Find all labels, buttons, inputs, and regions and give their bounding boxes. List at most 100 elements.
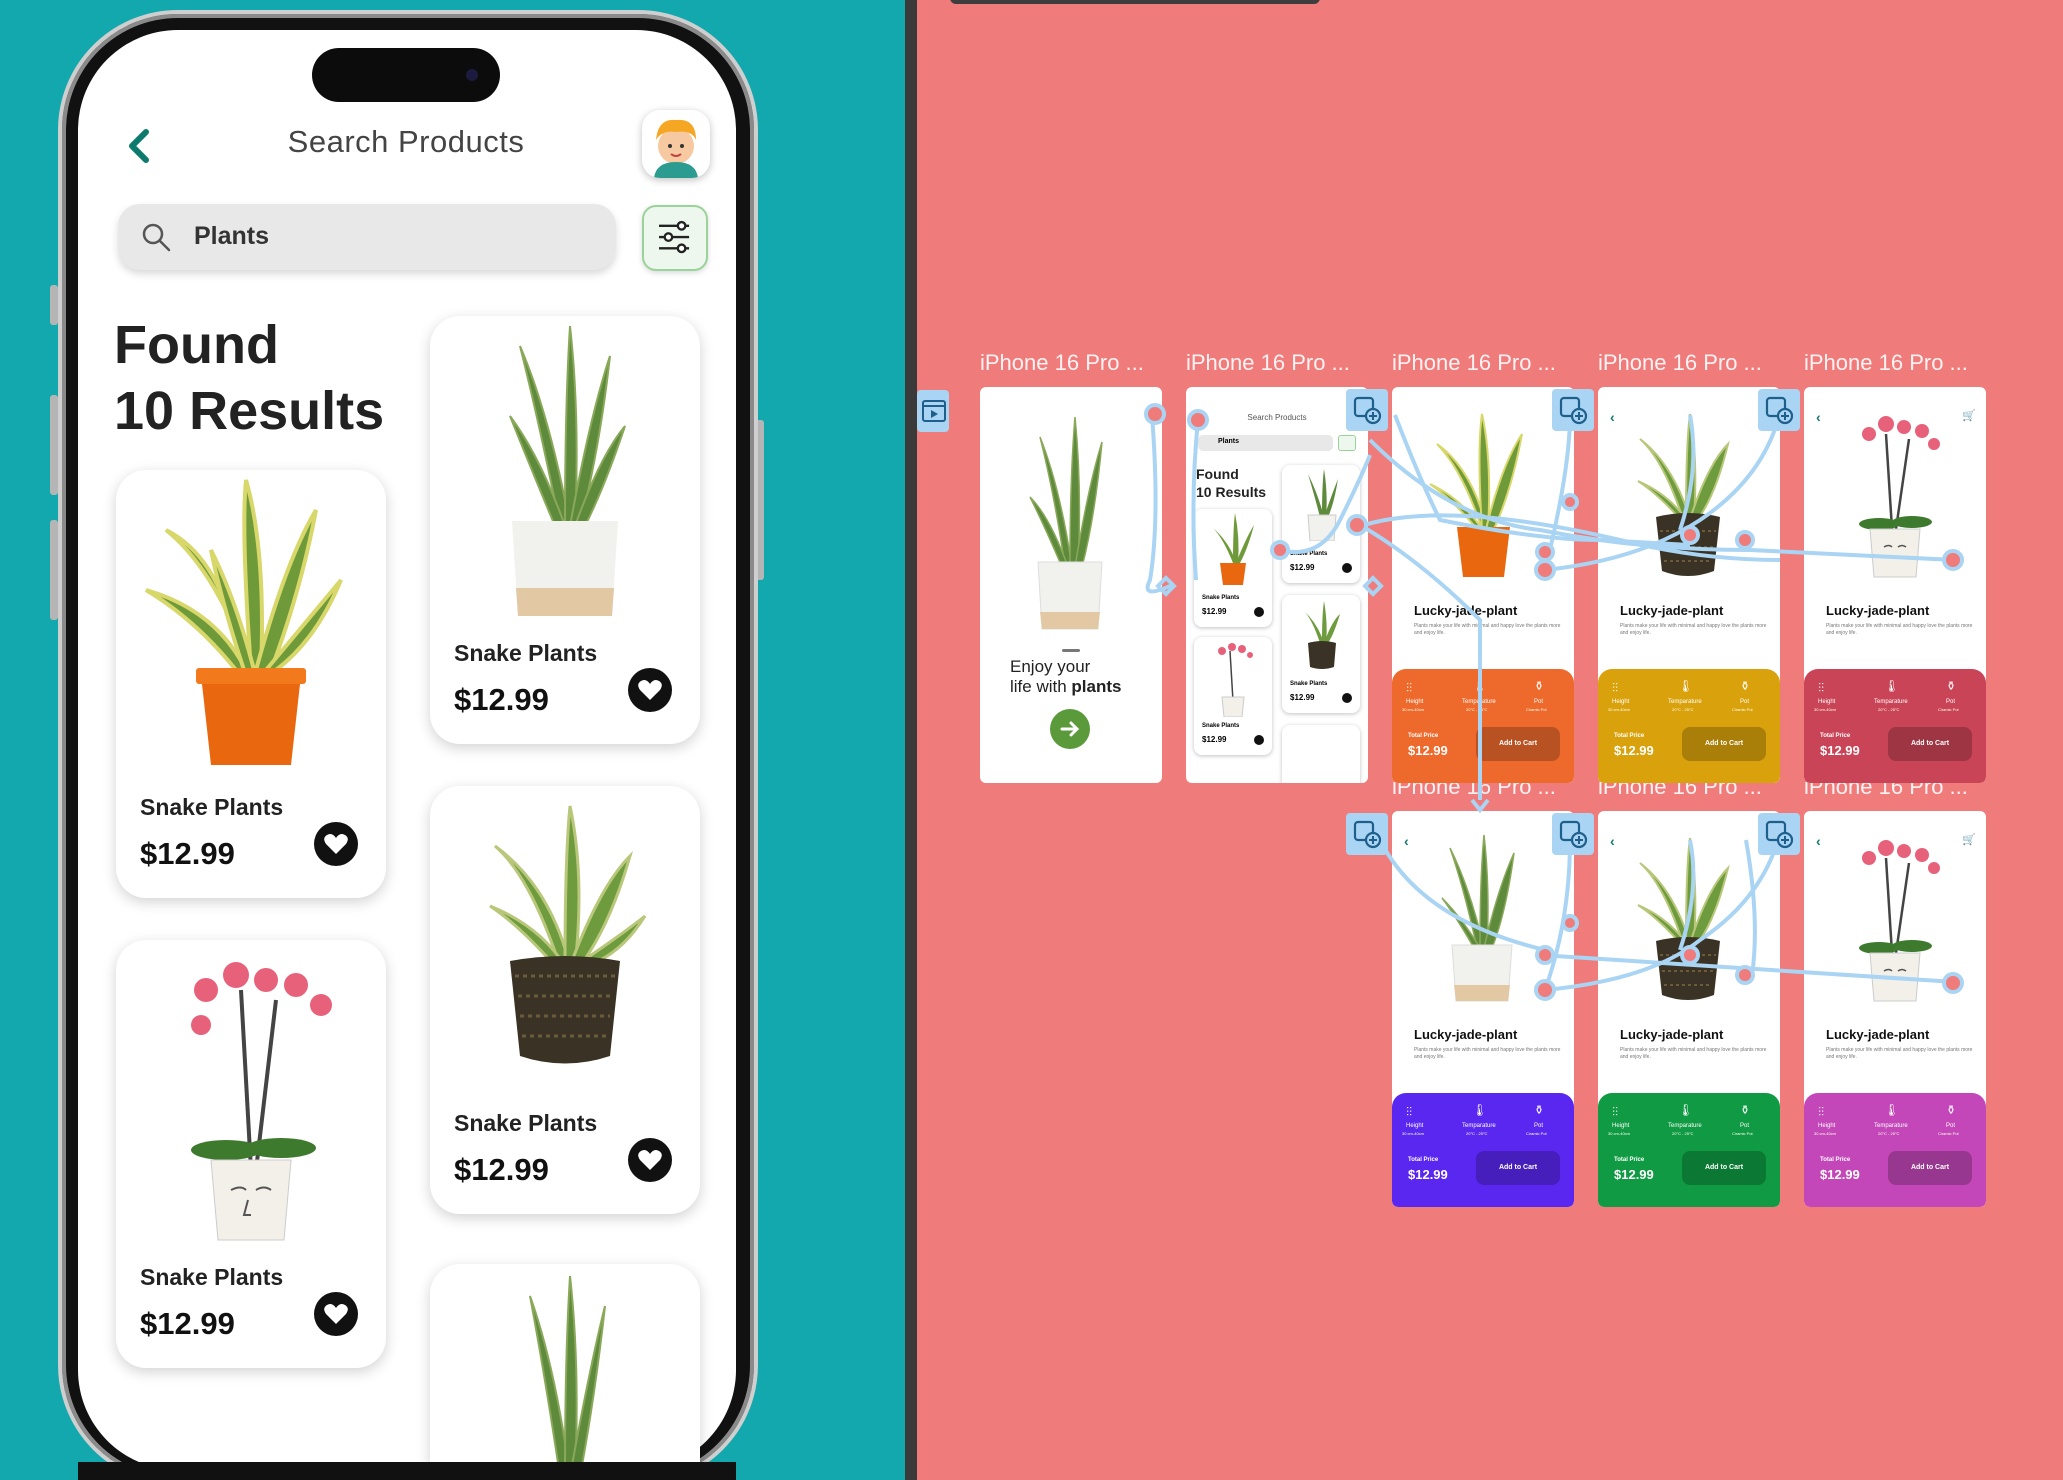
spec-temp-label: Temparature — [1874, 699, 1908, 705]
mini-card-name: Snake Plants — [1202, 595, 1240, 601]
pot-icon: ⚱ — [1534, 679, 1545, 693]
add-to-cart-button[interactable]: Add to Cart — [1682, 727, 1766, 761]
spec-height-label: Height — [1818, 1123, 1836, 1129]
page-title: Search Products — [287, 124, 525, 159]
spec-pot-label: Pot — [1740, 699, 1750, 705]
spec-temp-value: 20°C - 25°C — [1878, 707, 1900, 712]
mini-card: Snake Plants $12.99 — [1194, 509, 1272, 627]
height-icon: ⫶⫶ — [1818, 681, 1825, 695]
search-input[interactable]: Plants — [118, 204, 616, 270]
user-avatar[interactable] — [642, 110, 710, 178]
panel-divider[interactable] — [905, 0, 917, 1480]
add-interaction-badge[interactable] — [1758, 813, 1800, 855]
add-interaction-badge[interactable] — [1346, 389, 1388, 431]
spec-temp-value: 20°C - 25°C — [1466, 707, 1488, 712]
add-to-cart-button[interactable]: Add to Cart — [1476, 1151, 1560, 1185]
heart-icon — [638, 1150, 662, 1170]
sliders-icon — [659, 220, 690, 254]
product-card[interactable]: Snake Plants $12.99 — [430, 786, 700, 1214]
filter-button[interactable] — [642, 205, 708, 271]
favorite-button[interactable] — [628, 668, 672, 712]
phone-side-button — [50, 395, 58, 495]
frame-product-detail[interactable]: ‹ 🛒 Lucky-jade-plant Plants make your life … — [1804, 811, 1986, 1207]
add-to-cart-button[interactable]: Add to Cart — [1888, 1151, 1972, 1185]
phone-side-button — [50, 520, 58, 620]
frame-label[interactable]: iPhone 16 Pro ... — [980, 350, 1144, 376]
add-interaction-badge[interactable] — [1758, 389, 1800, 431]
add-interaction-badge[interactable] — [1552, 813, 1594, 855]
favorite-button[interactable] — [314, 1292, 358, 1336]
add-to-cart-button[interactable]: Add to Cart — [1888, 727, 1972, 761]
back-chevron-icon[interactable]: ‹ — [1816, 409, 1821, 425]
spec-pot-value: Ciramic Pot — [1526, 1131, 1547, 1136]
snake-plant-image — [1029, 417, 1103, 630]
mini-found: Found — [1196, 466, 1239, 482]
product-description: Plants make your life with minimal and h… — [1414, 1047, 1561, 1060]
product-title: Lucky-jade-plant — [1620, 603, 1724, 618]
mini-heart-icon — [1254, 735, 1264, 745]
product-price: $12.99 — [140, 1306, 235, 1341]
total-price-value: $12.99 — [1408, 743, 1448, 758]
add-interaction-badge[interactable] — [1552, 389, 1594, 431]
frame-onboarding[interactable]: Enjoy your life with plants — [980, 387, 1162, 783]
pot-icon: ⚱ — [1740, 1103, 1751, 1117]
product-card[interactable]: Snake Plants $12.99 — [116, 940, 386, 1368]
results-heading: Found 10 Results — [114, 312, 384, 444]
product-price: $12.99 — [140, 836, 235, 871]
frame-label[interactable]: iPhone 16 Pro ... — [1804, 350, 1968, 376]
spec-temp-value: 20°C - 25°C — [1672, 707, 1694, 712]
frame-product-detail[interactable]: ‹ Lucky-jade-plant Plants make your life w… — [1598, 811, 1780, 1207]
mini-search-value: Plants — [1218, 438, 1240, 445]
product-image — [1628, 409, 1748, 584]
back-chevron-icon[interactable]: ‹ — [1404, 833, 1409, 849]
prototype-start-badge[interactable] — [917, 390, 949, 432]
spec-pot-label: Pot — [1946, 699, 1956, 705]
heart-icon — [324, 1304, 348, 1324]
cart-icon[interactable]: 🛒 — [1962, 833, 1976, 846]
spec-temp-label: Temparature — [1462, 699, 1496, 705]
favorite-button[interactable] — [628, 1138, 672, 1182]
mini-heart-icon — [1254, 607, 1264, 617]
favorite-button[interactable] — [314, 822, 358, 866]
cart-icon[interactable]: 🛒 — [1962, 409, 1976, 422]
detail-bottom-sheet: ⫶⫶ 🌡 ⚱ Height Temparature Pot 30 cm-40cm 20°C -… — [1804, 1093, 1986, 1207]
next-button[interactable] — [1050, 709, 1090, 749]
product-card[interactable] — [430, 1264, 700, 1464]
pot-icon: ⚱ — [1946, 679, 1957, 693]
frame-label[interactable]: iPhone 16 Pro ... — [1598, 350, 1762, 376]
height-icon: ⫶⫶ — [1406, 681, 1413, 695]
total-price-label: Total Price — [1408, 1157, 1439, 1163]
frame-label[interactable]: iPhone 16 Pro ... — [1392, 350, 1556, 376]
frame-product-detail[interactable]: ‹ Lucky-jade-plant Plants make your life w… — [1392, 811, 1574, 1207]
pot-icon: ⚱ — [1946, 1103, 1957, 1117]
add-to-cart-button[interactable]: Add to Cart — [1682, 1151, 1766, 1185]
back-chevron-icon[interactable]: ‹ — [1816, 833, 1821, 849]
spec-height-value: 30 cm-40cm — [1402, 1131, 1425, 1136]
product-image — [1834, 833, 1954, 1008]
mini-card: Snake Plants $12.99 — [1194, 637, 1272, 755]
mini-card: Snake Plants $12.99 — [1282, 595, 1360, 713]
snake-plant-dark-pot-image — [489, 805, 647, 1064]
product-card[interactable]: Snake Plants $12.99 — [116, 470, 386, 898]
frame-search[interactable]: Search Products Plants Found 10 Results … — [1186, 387, 1368, 783]
frame-product-detail[interactable]: ‹ Lucky-jade-plant Plants make your life w… — [1598, 387, 1780, 783]
frame-product-detail[interactable]: ‹ 🛒 Lucky-jade-plant Plants make your life … — [1804, 387, 1986, 783]
detail-bottom-sheet: ⫶⫶ 🌡 ⚱ Height Temparature Pot 30 cm-40cm 20°C -… — [1804, 669, 1986, 783]
page-indicator — [1062, 649, 1080, 652]
add-interaction-badge[interactable] — [1346, 813, 1388, 855]
height-icon: ⫶⫶ — [1612, 681, 1619, 695]
product-card[interactable]: Snake Plants $12.99 — [430, 316, 700, 744]
add-to-cart-button[interactable]: Add to Cart — [1476, 727, 1560, 761]
canvas-toolbar-edge — [950, 0, 1320, 4]
back-chevron-icon[interactable]: ‹ — [1610, 833, 1615, 849]
product-image — [1422, 409, 1542, 584]
spec-temp-label: Temparature — [1668, 699, 1702, 705]
back-chevron-icon[interactable] — [120, 126, 160, 166]
search-value: Plants — [194, 222, 270, 250]
spec-temp-label: Temparature — [1874, 1123, 1908, 1129]
back-chevron-icon[interactable]: ‹ — [1610, 409, 1615, 425]
frame-label[interactable]: iPhone 16 Pro ... — [1186, 350, 1350, 376]
mini-card-price: $12.99 — [1202, 735, 1227, 744]
frame-product-detail[interactable]: Lucky-jade-plant Plants make your life wi… — [1392, 387, 1574, 783]
mini-search-input: Plants — [1198, 435, 1333, 451]
